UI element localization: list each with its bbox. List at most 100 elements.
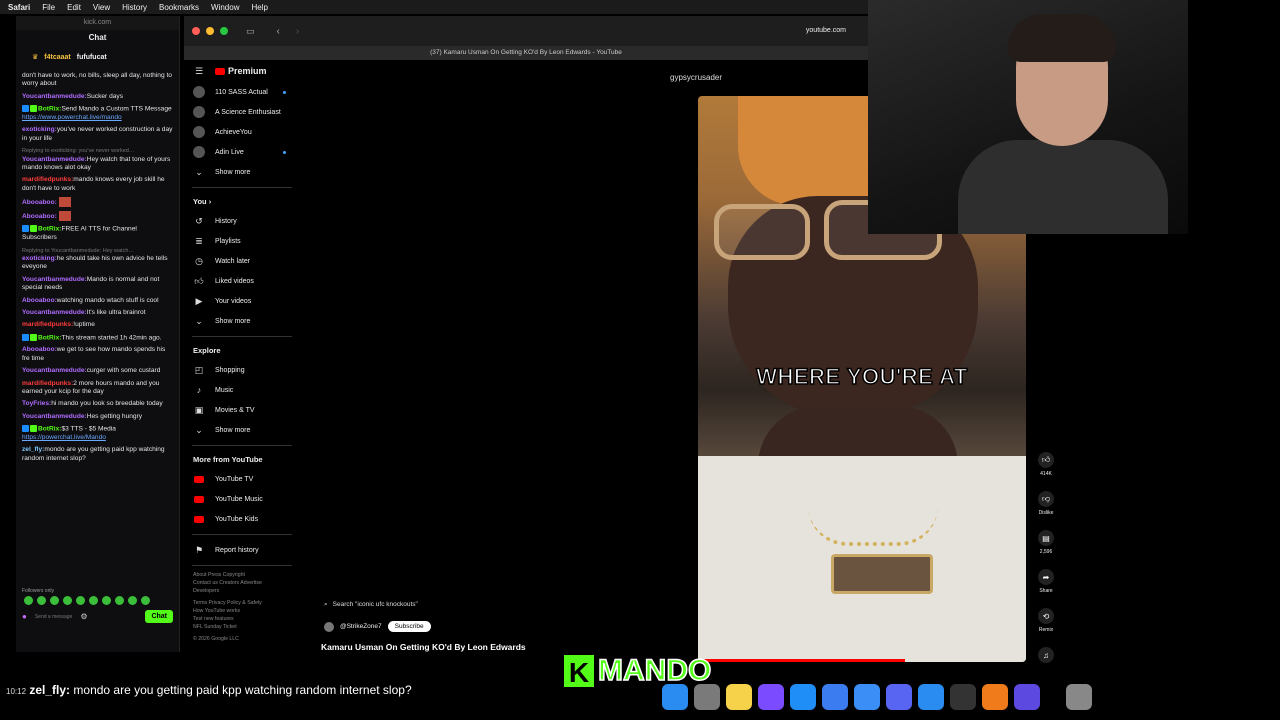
back-icon[interactable]: ‹: [277, 26, 280, 37]
sidebar-item[interactable]: YouTube Music: [184, 489, 300, 509]
chat-username[interactable]: BotRix:: [38, 105, 61, 112]
footer-line[interactable]: About Press Copyright: [184, 571, 300, 579]
chat-username[interactable]: Youcantbanmedude:: [22, 156, 87, 163]
chat-username[interactable]: Youcantbanmedude:: [22, 367, 87, 374]
chat-username[interactable]: Youcantbanmedude:: [22, 309, 87, 316]
grid-icon[interactable]: [1014, 684, 1040, 710]
footer-line[interactable]: Contact us Creators Advertise: [184, 579, 300, 587]
chat-username[interactable]: mardifiedpunks:: [22, 380, 73, 387]
report-history-link[interactable]: ⚑ Report history: [184, 540, 300, 560]
bluesky-icon[interactable]: [822, 684, 848, 710]
settings-icon[interactable]: ⚙: [80, 612, 87, 621]
sidebar-item[interactable]: YouTube Kids: [184, 509, 300, 529]
chat-username[interactable]: zel_fly:: [22, 446, 44, 453]
safari-icon[interactable]: [918, 684, 944, 710]
sidebar-item[interactable]: ↺ History: [184, 211, 300, 231]
sidebar-item[interactable]: YouTube TV: [184, 469, 300, 489]
sidebar-item[interactable]: ◷ Watch later: [184, 251, 300, 271]
microphone-icon[interactable]: ●: [22, 612, 27, 621]
chat-link[interactable]: https://powerchat.live/Mando: [22, 434, 106, 441]
chat-input[interactable]: Send a message: [35, 614, 73, 620]
minimize-window-button[interactable]: [206, 27, 214, 35]
footer-line[interactable]: Terms Privacy Policy & Safety: [184, 599, 300, 607]
menu-edit[interactable]: Edit: [67, 3, 81, 12]
finder-icon[interactable]: [662, 684, 688, 710]
footer-line[interactable]: How YouTube works: [184, 607, 300, 615]
menu-file[interactable]: File: [42, 3, 55, 12]
action-comment[interactable]: ▤ 2,596: [1032, 530, 1060, 569]
channel-name-label[interactable]: gypsycrusader: [670, 73, 722, 82]
action-thumbs-down[interactable]: 👎︎ Dislike: [1032, 491, 1060, 530]
chat-username[interactable]: Abooaboo:: [22, 346, 57, 353]
address-bar[interactable]: youtube.com: [806, 27, 846, 34]
subscription-item[interactable]: Adin Live: [184, 142, 300, 162]
you-heading[interactable]: You ›: [184, 193, 300, 211]
sidebar-item[interactable]: ▶ Your videos: [184, 291, 300, 311]
mail-icon[interactable]: [854, 684, 880, 710]
channel-avatar[interactable]: [324, 621, 334, 632]
action-audio[interactable]: ♫: [1032, 647, 1060, 686]
chat-link[interactable]: https://www.powerchat.live/mando: [22, 114, 122, 121]
menu-help[interactable]: Help: [251, 3, 267, 12]
action-remix[interactable]: ⟲ Remix: [1032, 608, 1060, 647]
you-show-more[interactable]: ⌄ Show more: [184, 311, 300, 331]
video-progress-bar[interactable]: [698, 659, 905, 662]
subscription-item[interactable]: AchieveYou: [184, 122, 300, 142]
chat-username[interactable]: BotRix:: [38, 426, 61, 433]
channel-handle[interactable]: @StrikeZone7: [340, 623, 382, 630]
menu-icon[interactable]: ☰: [193, 65, 205, 77]
sidebar-item[interactable]: ≣ Playlists: [184, 231, 300, 251]
emote-bar[interactable]: [16, 594, 179, 606]
chat-username[interactable]: BotRix:: [38, 334, 61, 341]
forward-icon[interactable]: ›: [296, 26, 299, 37]
chat-username[interactable]: mardifiedpunks:: [22, 176, 73, 183]
proton-icon[interactable]: [758, 684, 784, 710]
chat-username[interactable]: exoticking:: [22, 255, 57, 262]
footer-line[interactable]: Developers: [184, 587, 300, 595]
footer-line[interactable]: © 2026 Google LLC: [184, 635, 300, 643]
chat-username[interactable]: exoticking:: [22, 126, 57, 133]
trash-icon[interactable]: [1066, 684, 1092, 710]
tab-active[interactable]: (37) Kamaru Usman On Getting KO'd By Leo…: [184, 46, 868, 60]
chat-send-button[interactable]: Chat: [145, 610, 173, 623]
discord-icon[interactable]: [886, 684, 912, 710]
chat-username[interactable]: Abooaboo:: [22, 297, 57, 304]
pinned-user-1[interactable]: f4tcaaat: [44, 54, 70, 61]
subscription-item[interactable]: A Science Enthusiast: [184, 102, 300, 122]
chat-username[interactable]: Abooaboo:: [22, 199, 57, 206]
chat-username[interactable]: Youcantbanmedude:: [22, 276, 87, 283]
settings-icon[interactable]: [694, 684, 720, 710]
close-window-button[interactable]: [192, 27, 200, 35]
clock-icon[interactable]: [950, 684, 976, 710]
sidebar-item[interactable]: ◰ Shopping: [184, 360, 300, 380]
menu-window[interactable]: Window: [211, 3, 239, 12]
sidebar-item[interactable]: 👍︎ Liked videos: [184, 271, 300, 291]
notes-icon[interactable]: [726, 684, 752, 710]
app-store-icon[interactable]: [790, 684, 816, 710]
chat-username[interactable]: ToyFries:: [22, 400, 51, 407]
explore-show-more[interactable]: ⌄ Show more: [184, 420, 300, 440]
sidebar-item[interactable]: ▣ Movies & TV: [184, 400, 300, 420]
footer-line[interactable]: NFL Sunday Ticket: [184, 623, 300, 631]
chat-username[interactable]: Abooaboo:: [22, 213, 57, 220]
action-thumbs-up[interactable]: 👍︎ 414K: [1032, 452, 1060, 491]
pinned-user-2[interactable]: fufufucat: [77, 54, 107, 61]
search-suggestion[interactable]: ⌕ Search "iconic ufc knockouts": [324, 601, 418, 609]
menu-bookmarks[interactable]: Bookmarks: [159, 3, 199, 12]
sidebar-toggle-icon[interactable]: ▭: [246, 26, 255, 37]
menu-history[interactable]: History: [122, 3, 147, 12]
zoom-window-button[interactable]: [220, 27, 228, 35]
menu-safari[interactable]: Safari: [8, 3, 30, 12]
chat-username[interactable]: BotRix:: [38, 226, 61, 233]
action-share[interactable]: ➦ Share: [1032, 569, 1060, 608]
menu-view[interactable]: View: [93, 3, 110, 12]
subs-show-more[interactable]: ⌄ Show more: [184, 162, 300, 182]
chat-username[interactable]: Youcantbanmedude:: [22, 413, 87, 420]
video-title[interactable]: Kamaru Usman On Getting KO'd By Leon Edw…: [321, 642, 526, 652]
subscription-item[interactable]: 110 SASS Actual: [184, 82, 300, 102]
footer-line[interactable]: Test new features: [184, 615, 300, 623]
chat-username[interactable]: mardifiedpunks:: [22, 321, 73, 328]
subscribe-button[interactable]: Subscribe: [387, 621, 431, 632]
iew-icon[interactable]: [982, 684, 1008, 710]
sidebar-item[interactable]: ♪ Music: [184, 380, 300, 400]
